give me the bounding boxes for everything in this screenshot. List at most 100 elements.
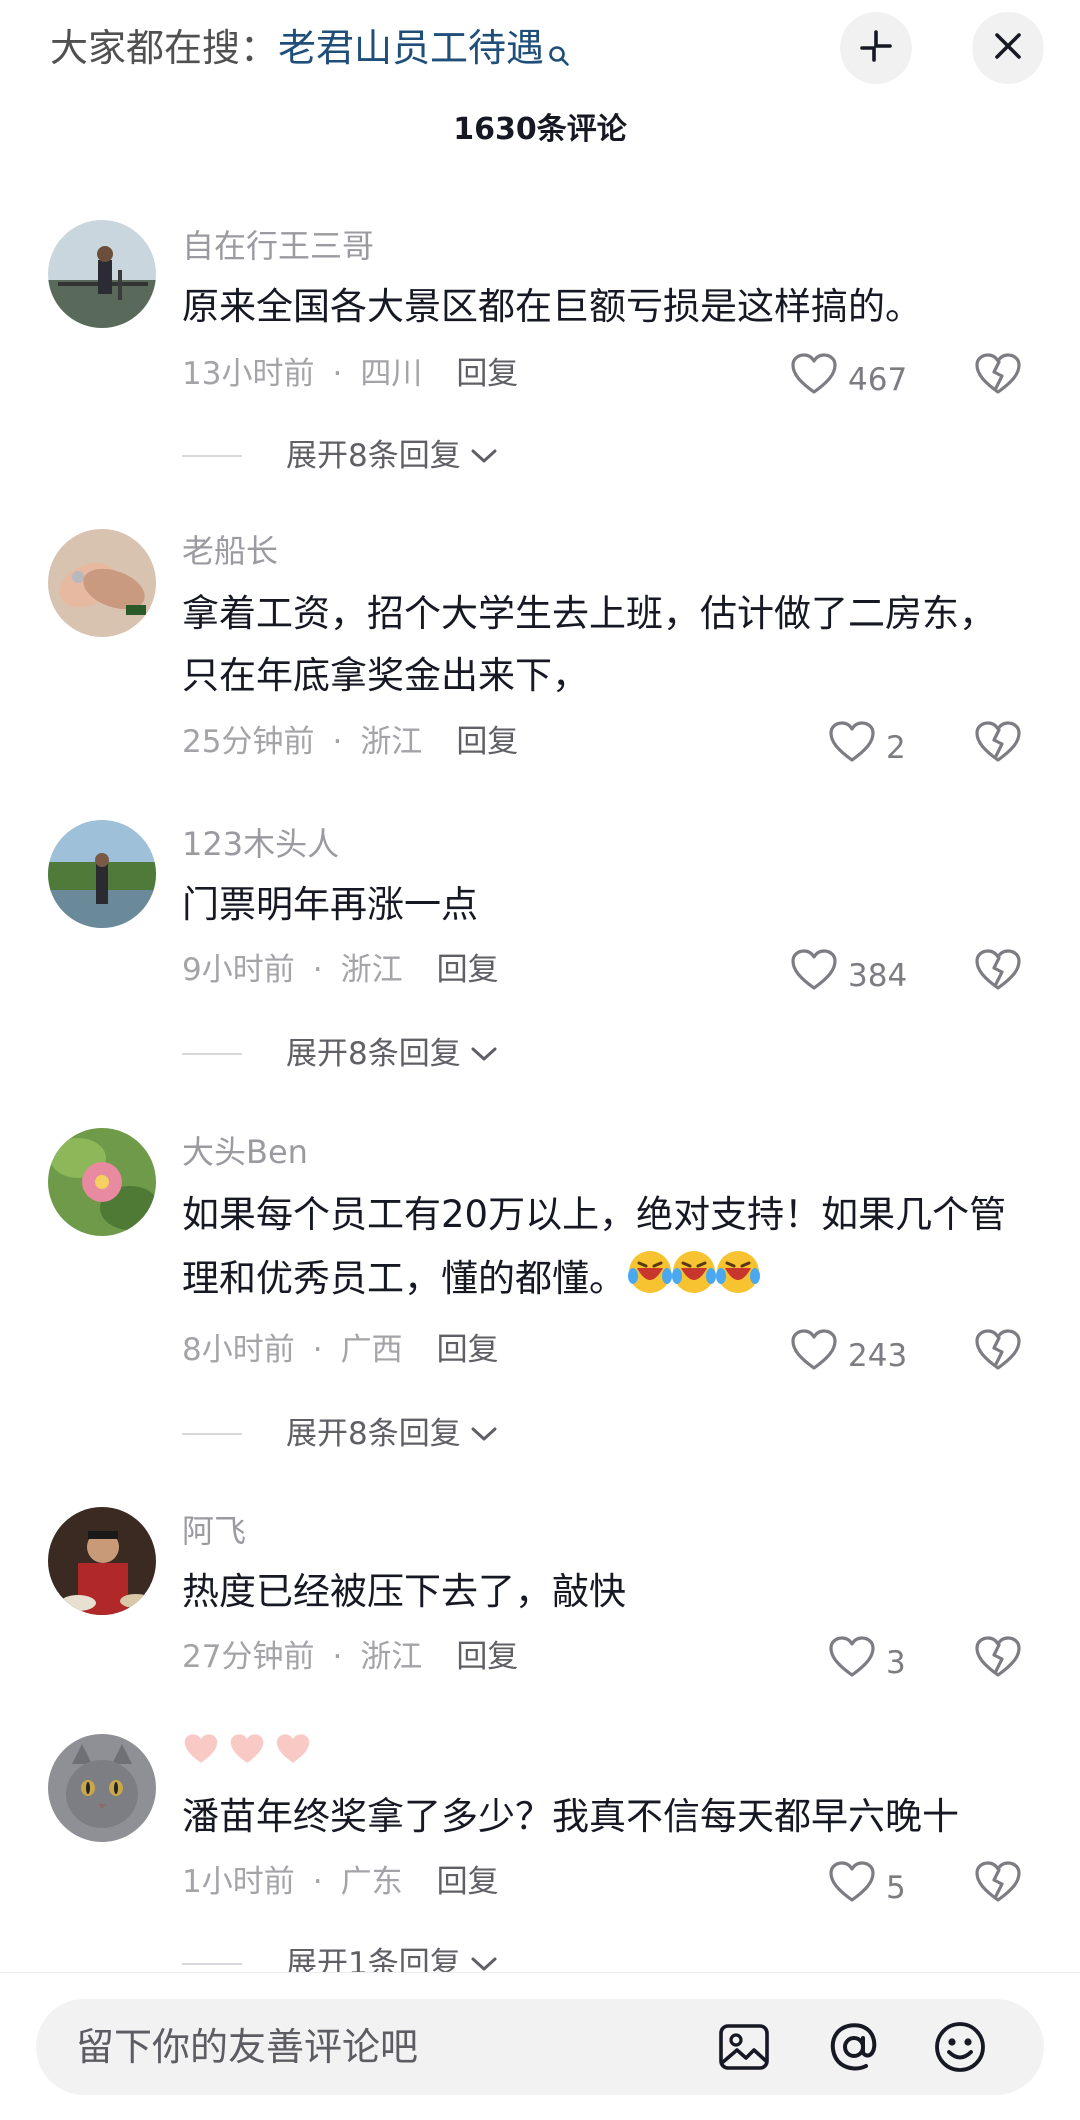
- comment-text: 潘苗年终奖拿了多少？我真不信每天都早六晚十: [182, 1795, 959, 1838]
- comment-meta: 9小时前 · 浙江 回复: [182, 948, 499, 992]
- chevron-down-icon: [461, 434, 499, 478]
- like-count: 3: [886, 1645, 906, 1681]
- image-icon[interactable]: [716, 2019, 772, 2075]
- like-count: 467: [848, 362, 908, 398]
- comment-time: 1小时前: [182, 1864, 295, 1900]
- comment-meta: 8小时前 · 广西 回复: [182, 1328, 499, 1372]
- expand-replies-button[interactable]: 展开8条回复: [182, 1032, 499, 1076]
- comment-location: 浙江: [360, 1639, 423, 1675]
- comment-location: 广东: [340, 1864, 403, 1900]
- comment-username[interactable]: 阿飞: [182, 1509, 246, 1553]
- expand-replies-label: 展开8条回复: [286, 438, 461, 474]
- avatar[interactable]: [48, 1507, 156, 1615]
- chevron-down-icon: [461, 1032, 499, 1076]
- comment-location: 广西: [340, 1332, 403, 1368]
- heart-emoji-icon: [274, 1732, 312, 1770]
- comment-text-content: 如果每个员工有20万以上，绝对支持！如果几个管理和优秀员工，懂的都懂。: [182, 1193, 1007, 1300]
- meta-separator: ·: [312, 1864, 323, 1900]
- reply-button[interactable]: 回复: [456, 1635, 518, 1679]
- comment-input-bar: 留下你的友善评论吧: [0, 1972, 1080, 2120]
- trending-search-term[interactable]: 老君山员工待遇: [278, 26, 544, 70]
- avatar[interactable]: [48, 529, 156, 637]
- trending-search-prefix: 大家都在搜：: [50, 26, 279, 70]
- heart-emoji-icon: [182, 1732, 220, 1770]
- comment-username[interactable]: 自在行王三哥: [182, 224, 374, 268]
- close-button[interactable]: [972, 12, 1044, 84]
- avatar[interactable]: [48, 820, 156, 928]
- comment-text: 原来全国各大景区都在巨额亏损是这样搞的。: [182, 285, 922, 328]
- laughing-crying-emoji-icon: [628, 1246, 760, 1315]
- expand-replies-label: 展开8条回复: [286, 1036, 461, 1072]
- like-button[interactable]: 2: [828, 720, 906, 776]
- broken-heart-icon[interactable]: [974, 1860, 1022, 1908]
- comment-username[interactable]: 老船长: [182, 529, 278, 573]
- collapse-button[interactable]: [840, 12, 912, 84]
- comment-time: 27分钟前: [182, 1639, 315, 1675]
- meta-separator: ·: [332, 724, 343, 760]
- heart-outline-icon: [828, 1860, 876, 1916]
- expand-replies-button[interactable]: 展开8条回复: [182, 1412, 499, 1456]
- like-button[interactable]: 384: [790, 948, 907, 1004]
- expand-divider: [182, 1053, 242, 1055]
- meta-separator: ·: [312, 952, 323, 988]
- heart-outline-icon: [828, 1635, 876, 1691]
- like-button[interactable]: 467: [790, 352, 907, 408]
- meta-separator: ·: [332, 1639, 343, 1675]
- reply-button[interactable]: 回复: [456, 352, 518, 396]
- username-heart-emojis: [182, 1732, 312, 1770]
- comment-location: 浙江: [360, 724, 423, 760]
- expand-replies-label: 展开8条回复: [286, 1416, 461, 1452]
- expand-divider: [182, 1433, 242, 1435]
- comment-count-title: 1630条评论: [453, 112, 627, 147]
- comment-input-placeholder: 留下你的友善评论吧: [76, 2025, 419, 2069]
- reply-button[interactable]: 回复: [437, 1860, 499, 1904]
- like-count: 5: [886, 1870, 906, 1906]
- broken-heart-icon[interactable]: [974, 1635, 1022, 1683]
- avatar[interactable]: [48, 1734, 156, 1842]
- avatar[interactable]: [48, 1128, 156, 1236]
- smiley-icon[interactable]: [932, 2019, 988, 2075]
- comment-header: 大家都在搜：老君山员工待遇: [0, 0, 1080, 95]
- comment-location: 四川: [360, 356, 423, 392]
- comment-input[interactable]: 留下你的友善评论吧: [36, 1999, 1044, 2095]
- comment-sheet: 大家都在搜：老君山员工待遇 1630条评论 自在行王三哥 原来全国各大景区都在巨…: [0, 0, 1080, 2120]
- expand-replies-button[interactable]: 展开8条回复: [182, 434, 499, 478]
- comment-text: 拿着工资，招个大学生去上班，估计做了二房东，只在年底拿奖金出来下，: [182, 592, 996, 697]
- close-icon: [993, 31, 1023, 65]
- reply-button[interactable]: 回复: [456, 720, 518, 764]
- like-button[interactable]: 3: [828, 1635, 906, 1691]
- like-count: 384: [848, 958, 908, 994]
- comment-meta: 25分钟前 · 浙江 回复: [182, 720, 518, 764]
- comment-text: 热度已经被压下去了，敲快: [182, 1570, 626, 1613]
- avatar[interactable]: [48, 220, 156, 328]
- at-sign-icon[interactable]: [826, 2019, 882, 2075]
- heart-outline-icon: [790, 1328, 838, 1384]
- reply-button[interactable]: 回复: [437, 1328, 499, 1372]
- comment-username[interactable]: 123木头人: [182, 822, 339, 866]
- trending-search-link[interactable]: 大家都在搜：老君山员工待遇: [50, 22, 570, 80]
- broken-heart-icon[interactable]: [974, 352, 1022, 400]
- broken-heart-icon[interactable]: [974, 948, 1022, 996]
- comment-time: 25分钟前: [182, 724, 315, 760]
- comment-username[interactable]: 大头Ben: [182, 1130, 308, 1174]
- comment-meta: 13小时前 · 四川 回复: [182, 352, 518, 396]
- comment-location: 浙江: [340, 952, 403, 988]
- expand-divider: [182, 455, 242, 457]
- broken-heart-icon[interactable]: [974, 720, 1022, 768]
- like-button[interactable]: 243: [790, 1328, 907, 1384]
- search-icon: [548, 28, 570, 80]
- reply-button[interactable]: 回复: [437, 948, 499, 992]
- heart-outline-icon: [790, 948, 838, 1004]
- comment-time: 9小时前: [182, 952, 295, 988]
- comment-time: 8小时前: [182, 1332, 295, 1368]
- expand-divider: [182, 1963, 242, 1965]
- like-button[interactable]: 5: [828, 1860, 906, 1916]
- collapse-arrows-icon: [856, 26, 896, 70]
- broken-heart-icon[interactable]: [974, 1328, 1022, 1376]
- meta-separator: ·: [312, 1332, 323, 1368]
- like-count: 243: [848, 1338, 908, 1374]
- comment-time: 13小时前: [182, 356, 315, 392]
- heart-outline-icon: [790, 352, 838, 408]
- chevron-down-icon: [461, 1412, 499, 1456]
- comment-meta: 27分钟前 · 浙江 回复: [182, 1635, 518, 1679]
